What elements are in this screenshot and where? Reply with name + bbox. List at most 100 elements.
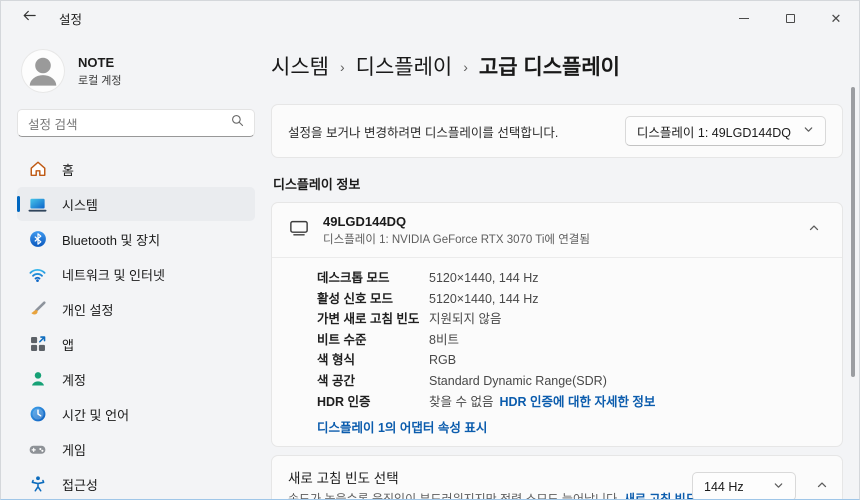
minimize-button[interactable] xyxy=(721,1,767,35)
sidebar: NOTE 로컬 계정 설정 검색 홈 시스템 Bluetooth 및 장치 네트… xyxy=(1,35,269,499)
detail-value: Standard Dynamic Range(SDR) xyxy=(429,373,607,388)
sidebar-item-label: 홈 xyxy=(62,162,74,178)
back-button[interactable] xyxy=(13,6,45,30)
scrollbar[interactable] xyxy=(851,87,855,377)
hdr-info-link[interactable]: HDR 인증에 대한 자세한 정보 xyxy=(499,395,655,409)
display-select-value: 디스플레이 1: 49LGD144DQ xyxy=(636,125,791,140)
search-icon xyxy=(231,114,244,132)
sidebar-item-apps[interactable]: 앱 xyxy=(17,327,255,361)
sidebar-item-accounts[interactable]: 계정 xyxy=(17,362,255,396)
detail-label: 색 형식 xyxy=(317,353,355,368)
account-block[interactable]: NOTE 로컬 계정 xyxy=(17,41,255,109)
sidebar-item-label: 개인 설정 xyxy=(62,302,114,318)
refresh-rate-card: 새로 고침 빈도 선택 속도가 높을수록 움직임이 부드러워지지만 전력 소모도… xyxy=(271,455,843,500)
settings-window: 설정 ✕ NOTE 로컬 계정 설정 검색 홈 시스템 Bluetooth 및 … xyxy=(0,0,860,500)
sidebar-item-label: 앱 xyxy=(62,337,74,353)
sidebar-item-label: Bluetooth 및 장치 xyxy=(62,232,161,248)
display-info-details: 데스크톱 모드 5120×1440, 144 Hz 활성 신호 모드 5120×… xyxy=(272,257,842,446)
chevron-down-icon xyxy=(773,480,784,494)
main-content: 시스템 › 디스플레이 › 고급 디스플레이 설정을 보거나 변경하려면 디스플… xyxy=(269,35,859,500)
sidebar-item-label: 시스템 xyxy=(62,197,98,213)
display-selector-card: 설정을 보거나 변경하려면 디스플레이를 선택합니다. 디스플레이 1: 49L… xyxy=(271,104,843,158)
search-placeholder: 설정 검색 xyxy=(28,117,78,132)
bluetooth-icon xyxy=(28,230,47,249)
sidebar-item-label: 게임 xyxy=(62,442,86,458)
display-select-dropdown[interactable]: 디스플레이 1: 49LGD144DQ xyxy=(624,116,826,146)
detail-row: 비트 수준 8비트 xyxy=(317,330,826,351)
apps-icon xyxy=(28,335,47,354)
detail-row: 색 공간 Standard Dynamic Range(SDR) xyxy=(317,371,826,392)
maximize-button[interactable] xyxy=(767,1,813,35)
sidebar-item-home[interactable]: 홈 xyxy=(17,152,255,186)
detail-row: 가변 새로 고침 빈도 지원되지 않음 xyxy=(317,309,826,330)
search-input[interactable]: 설정 검색 xyxy=(17,109,255,137)
window-title: 설정 xyxy=(59,12,83,27)
detail-row: 활성 신호 모드 5120×1440, 144 Hz xyxy=(317,289,826,310)
section-title-display-info: 디스플레이 정보 xyxy=(273,177,361,192)
detail-row-hdr: HDR 인증 찾을 수 없음 HDR 인증에 대한 자세한 정보 xyxy=(317,392,826,413)
detail-label: HDR 인증 xyxy=(317,394,371,409)
sidebar-item-label: 계정 xyxy=(62,372,86,388)
account-type: 로컬 계정 xyxy=(78,74,122,87)
refresh-desc-text: 속도가 높을수록 움직임이 부드러워지지만 전력 소모도 늘어납니다. xyxy=(288,492,621,500)
breadcrumb: 시스템 › 디스플레이 › 고급 디스플레이 xyxy=(271,51,843,81)
detail-value: 5120×1440, 144 Hz xyxy=(429,291,539,306)
sidebar-item-label: 시간 및 언어 xyxy=(62,407,130,423)
breadcrumb-display[interactable]: 디스플레이 xyxy=(356,51,453,81)
device-subtitle: 디스플레이 1: NVIDIA GeForce RTX 3070 Ti에 연결됨 xyxy=(323,233,590,246)
refresh-rate-description: 속도가 높을수록 움직임이 부드러워지지만 전력 소모도 늘어납니다. 새로 고… xyxy=(288,491,733,500)
sidebar-item-bluetooth[interactable]: Bluetooth 및 장치 xyxy=(17,222,255,256)
sidebar-item-label: 네트워크 및 인터넷 xyxy=(62,267,165,283)
page-title: 고급 디스플레이 xyxy=(478,56,620,79)
sidebar-nav: 홈 시스템 Bluetooth 및 장치 네트워크 및 인터넷 개인 설정 앱 … xyxy=(17,152,255,499)
close-icon: ✕ xyxy=(830,10,842,26)
network-icon xyxy=(28,265,47,284)
personalization-icon xyxy=(28,300,47,319)
minimize-icon xyxy=(739,17,749,19)
sidebar-item-personalization[interactable]: 개인 설정 xyxy=(17,292,255,326)
sidebar-item-accessibility[interactable]: 접근성 xyxy=(17,467,255,499)
close-button[interactable]: ✕ xyxy=(813,1,859,35)
display-info-header[interactable]: 49LGD144DQ 디스플레이 1: NVIDIA GeForce RTX 3… xyxy=(272,203,842,257)
avatar xyxy=(21,49,65,93)
device-name: 49LGD144DQ xyxy=(323,213,407,229)
account-name: NOTE xyxy=(78,54,115,70)
accessibility-icon xyxy=(28,475,47,494)
sidebar-item-label: 접근성 xyxy=(62,477,98,493)
chevron-up-icon[interactable] xyxy=(802,217,826,243)
home-icon xyxy=(28,160,47,179)
sidebar-item-time-language[interactable]: 시간 및 언어 xyxy=(17,397,255,431)
detail-row: 데스크톱 모드 5120×1440, 144 Hz xyxy=(317,268,826,289)
sidebar-item-system[interactable]: 시스템 xyxy=(17,187,255,221)
breadcrumb-system[interactable]: 시스템 xyxy=(271,51,329,81)
breadcrumb-separator: › xyxy=(463,59,468,75)
detail-label: 데스크톱 모드 xyxy=(317,271,390,285)
detail-label: 가변 새로 고침 빈도 xyxy=(317,312,420,327)
refresh-rate-dropdown[interactable]: 144 Hz xyxy=(692,472,796,499)
sidebar-item-network[interactable]: 네트워크 및 인터넷 xyxy=(17,257,255,291)
titlebar: 설정 ✕ xyxy=(1,1,859,35)
back-arrow-icon xyxy=(22,8,37,28)
chevron-down-icon xyxy=(803,124,814,138)
time-language-icon xyxy=(28,405,47,424)
breadcrumb-separator: › xyxy=(339,59,345,75)
sidebar-item-gaming[interactable]: 게임 xyxy=(17,432,255,466)
adapter-properties-link[interactable]: 디스플레이 1의 어댑터 속성 표시 xyxy=(317,417,826,436)
detail-value: RGB xyxy=(429,353,457,368)
person-silhouette-icon xyxy=(29,57,57,86)
refresh-rate-value: 144 Hz xyxy=(704,479,744,494)
display-info-card: 49LGD144DQ 디스플레이 1: NVIDIA GeForce RTX 3… xyxy=(271,202,843,448)
detail-label: 활성 신호 모드 xyxy=(317,291,393,306)
detail-row: 색 형식 RGB xyxy=(317,350,826,371)
detail-value: 8비트 xyxy=(429,332,459,347)
accounts-icon xyxy=(28,370,47,389)
detail-value: 지원되지 않음 xyxy=(429,312,502,327)
chevron-up-icon[interactable] xyxy=(816,478,828,496)
hdr-value: 찾을 수 없음 xyxy=(429,394,494,409)
window-controls: ✕ xyxy=(721,1,859,35)
system-icon xyxy=(28,195,47,214)
maximize-icon xyxy=(785,13,795,23)
selector-label: 설정을 보거나 변경하려면 디스플레이를 선택합니다. xyxy=(288,125,559,140)
detail-label: 비트 수준 xyxy=(317,332,367,347)
monitor-icon xyxy=(288,217,310,244)
